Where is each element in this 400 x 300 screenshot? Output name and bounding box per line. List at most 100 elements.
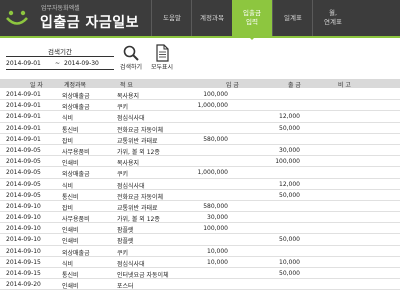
cell-memo: 전화요금 자동이체 [117,126,164,134]
cell-date: 2014-09-15 [6,270,41,277]
cell-deposit: 10,000 [207,247,228,255]
table-row[interactable]: 2014-09-20 인쇄비 포스터 [0,279,400,291]
cell-account: 통신비 [62,193,79,201]
cell-deposit: 30,000 [207,214,228,222]
cell-account: 식비 [62,260,74,268]
table-row[interactable]: 2014-09-01 식비 점심식사대 12,000 [0,111,400,123]
table-body: 2014-09-01 외상매출금 복사용지 100,000 2014-09-01 외상매출… [0,89,400,291]
cell-memo: 가위, 볼 외 12종 [117,216,160,224]
cell-date: 2014-09-05 [6,169,41,177]
cell-account: 사무용품비 [62,148,90,156]
app-subtitle: 업무자동화엑셀 [41,5,80,12]
cell-deposit: 580,000 [203,202,228,210]
table-row[interactable]: 2014-09-10 잡비 교통위반 과태료 580,000 [0,201,400,213]
cell-account: 식비 [62,115,74,123]
table-row[interactable]: 2014-09-10 인쇄비 팜플렛 100,000 [0,223,400,235]
cell-account: 잡비 [62,204,74,212]
cell-withdrawal: 50,000 [279,124,300,132]
cell-memo: 쿠키 [117,249,129,257]
tab-accounts[interactable]: 계정과목 [191,0,232,36]
cell-date: 2014-09-15 [6,258,41,266]
tab-monthly-yearly-report[interactable]: 월, 연계표 [312,0,353,36]
top-bar: 업무자동화엑셀 입출금 자금일보 도움말 계정과목 입출금 입력 일계표 월, … [0,0,400,40]
cell-date: 2014-09-01 [6,135,41,143]
cell-memo: 점심식사대 [117,260,145,268]
table-row[interactable]: 2014-09-05 사무용품비 가위, 볼 외 12종 30,000 [0,145,400,157]
search-button[interactable]: 검색하기 [116,42,146,74]
tab-label: 월, 연계표 [324,9,342,26]
cell-withdrawal: 10,000 [279,258,300,266]
cell-date: 2014-09-01 [6,124,41,132]
cell-date: 2014-09-01 [6,91,41,98]
table-row[interactable]: 2014-09-15 식비 점심식사대 10,000 10,000 [0,257,400,268]
cell-account: 인쇄비 [62,283,79,291]
cell-account: 외상매출금 [62,249,90,257]
cell-memo: 복사용지 [117,93,140,100]
tab-daily-report[interactable]: 일계표 [272,0,313,36]
period-tilde: ~ [55,60,61,67]
cell-account: 통신비 [62,272,79,279]
cell-account: 사무용품비 [62,216,90,224]
cell-date: 2014-09-10 [6,225,41,233]
cell-memo: 교통위반 과태료 [117,204,158,212]
tab-deposit-withdrawal-entry[interactable]: 입출금 입력 [232,0,272,40]
table-row[interactable]: 2014-09-10 인쇄비 팜플렛 50,000 [0,234,400,246]
search-period-label: 검색기간 [6,46,114,57]
cell-account: 인쇄비 [62,238,79,246]
cell-withdrawal: 50,000 [279,236,300,244]
cell-date: 2014-09-05 [6,191,41,199]
search-button-label: 검색하기 [119,64,143,71]
cell-date: 2014-09-05 [6,146,41,154]
cell-date: 2014-09-01 [6,113,41,121]
to-date-field[interactable]: 2014-09-30 [64,60,99,67]
cell-memo: 가위, 볼 외 12종 [117,148,160,156]
show-all-button[interactable]: 모두표시 [147,42,177,74]
cell-date: 2014-09-10 [6,247,41,255]
smile-logo-icon [6,10,28,25]
table-row[interactable]: 2014-09-05 통신비 전화요금 자동이체 50,000 [0,190,400,201]
table-row[interactable]: 2014-09-05 식비 점심식사대 12,000 [0,179,400,190]
cell-deposit: 580,000 [203,135,228,143]
table-row[interactable]: 2014-09-01 외상매출금 쿠키 1,000,000 [0,100,400,112]
col-memo: 적 요 [120,82,133,89]
from-date-field[interactable]: 2014-09-01 [6,60,41,67]
document-icon [156,44,169,62]
period-underline [6,69,114,70]
cell-memo: 팜플렛 [117,238,134,246]
table-row[interactable]: 2014-09-10 사무용품비 가위, 볼 외 12종 30,000 [0,212,400,224]
cell-account: 인쇄비 [62,160,79,168]
cell-date: 2014-09-10 [6,236,41,244]
table-row[interactable]: 2014-09-05 인쇄비 복사용지 100,000 [0,156,400,168]
cell-account: 외상매출금 [62,104,90,112]
cell-memo: 전화요금 자동이체 [117,193,164,201]
cell-withdrawal: 50,000 [279,191,300,199]
cell-memo: 인터넷요금 자동이체 [117,272,169,279]
cell-memo: 쿠키 [117,171,129,179]
cell-deposit: 1,000,000 [197,102,228,110]
cell-date: 2014-09-05 [6,180,41,188]
cell-deposit: 100,000 [203,225,228,233]
col-withdrawal: 출 금 [288,82,301,89]
cell-account: 외상매출금 [62,171,90,179]
table-row[interactable]: 2014-09-05 외상매출금 쿠키 1,000,000 [0,167,400,179]
cell-deposit: 100,000 [203,91,228,98]
show-all-button-label: 모두표시 [150,64,174,71]
col-deposit: 입 금 [226,82,239,89]
cell-account: 식비 [62,182,74,190]
cell-date: 2014-09-01 [6,102,41,110]
table-row[interactable]: 2014-09-01 잡비 교통위반 과태료 580,000 [0,134,400,145]
col-note: 비 고 [338,82,351,89]
col-date: 일 자 [30,82,43,89]
table-row[interactable]: 2014-09-15 통신비 인터넷요금 자동이체 50,000 [0,268,400,280]
tab-help[interactable]: 도움말 [151,0,192,36]
accent-divider [0,36,400,38]
page-title: 입출금 자금일보 [40,15,140,31]
table-row[interactable]: 2014-09-10 외상매출금 쿠키 10,000 [0,246,400,257]
cell-date: 2014-09-20 [6,281,41,289]
cell-memo: 점심식사대 [117,115,145,123]
col-account: 계정과목 [64,82,87,89]
table-row[interactable]: 2014-09-01 외상매출금 복사용지 100,000 [0,89,400,101]
table-row[interactable]: 2014-09-01 통신비 전화요금 자동이체 50,000 [0,123,400,134]
cell-memo: 복사용지 [117,160,140,168]
cell-memo: 쿠키 [117,104,129,112]
